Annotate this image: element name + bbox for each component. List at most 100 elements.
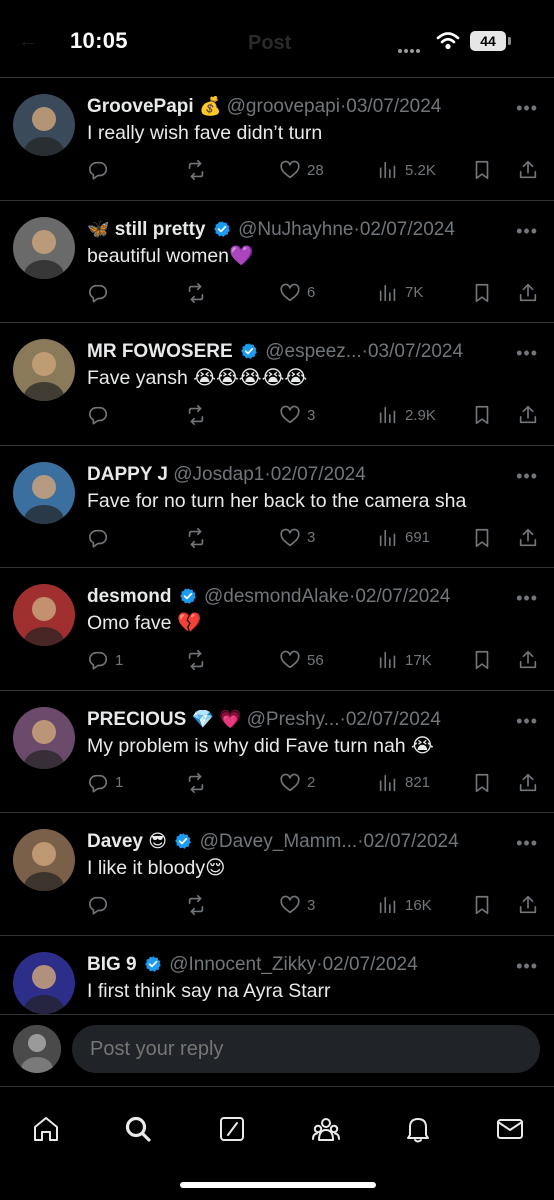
bookmark-button[interactable] [471, 403, 493, 427]
more-options-icon[interactable]: ••• [516, 466, 538, 487]
author-name[interactable]: still pretty [115, 219, 206, 240]
author-name[interactable]: Davey [87, 831, 143, 852]
avatar[interactable] [13, 951, 75, 1014]
like-button[interactable]: 2 [279, 771, 315, 795]
author-handle[interactable]: @Davey_Mamm... [200, 831, 358, 852]
repost-button[interactable] [185, 281, 207, 305]
repost-button[interactable] [185, 771, 207, 795]
share-button[interactable] [517, 771, 539, 795]
tweet-row[interactable]: 🦋 still pretty @NuJhayhne·02/07/2024 ••• b… [0, 201, 554, 323]
author-handle[interactable]: @Josdap1 [173, 464, 264, 485]
tab-grok[interactable] [210, 1109, 254, 1149]
author-name[interactable]: desmond [87, 586, 171, 607]
more-options-icon[interactable]: ••• [516, 343, 538, 364]
share-button[interactable] [517, 648, 539, 672]
views-button[interactable]: 691 [377, 526, 430, 550]
avatar[interactable] [13, 706, 75, 769]
share-button[interactable] [517, 526, 539, 550]
reply-button[interactable] [87, 403, 115, 427]
more-options-icon[interactable]: ••• [516, 833, 538, 854]
reply-button[interactable] [87, 281, 115, 305]
avatar[interactable] [13, 461, 75, 524]
post-date[interactable]: 02/07/2024 [360, 219, 455, 240]
tweet-row[interactable]: DAPPY J @Josdap1·02/07/2024 ••• Fave for n… [0, 446, 554, 568]
author-handle[interactable]: @Innocent_Zikky [169, 954, 316, 975]
avatar[interactable] [13, 339, 75, 401]
like-button[interactable]: 6 [279, 281, 315, 305]
avatar[interactable] [13, 94, 75, 156]
author-name[interactable]: GroovePapi [87, 96, 194, 117]
tweet-row[interactable]: MR FOWOSERE @espeez...·03/07/2024 ••• Fave… [0, 323, 554, 446]
avatar[interactable] [13, 1025, 61, 1073]
bookmark-button[interactable] [471, 526, 493, 550]
author-name[interactable]: MR FOWOSERE [87, 341, 233, 362]
more-options-icon[interactable]: ••• [516, 711, 538, 732]
avatar[interactable] [13, 216, 75, 279]
reply-button[interactable] [87, 893, 115, 917]
tweet-row[interactable]: Davey 😎 @Davey_Mamm...·02/07/2024 ••• I li… [0, 813, 554, 936]
tweet-row[interactable]: GroovePapi 💰 @groovepapi·03/07/2024 ••• I … [0, 78, 554, 201]
author-name[interactable]: PRECIOUS [87, 709, 186, 730]
more-options-icon[interactable]: ••• [516, 221, 538, 242]
like-button[interactable]: 3 [279, 403, 315, 427]
post-date[interactable]: 02/07/2024 [364, 831, 459, 852]
post-date[interactable]: 02/07/2024 [346, 709, 441, 730]
post-date[interactable]: 03/07/2024 [368, 341, 463, 362]
back-arrow-icon[interactable]: ← [18, 30, 38, 53]
repost-button[interactable] [185, 893, 207, 917]
repost-button[interactable] [185, 158, 207, 182]
tab-search[interactable] [116, 1109, 160, 1149]
repost-button[interactable] [185, 526, 207, 550]
post-date[interactable]: 02/07/2024 [271, 464, 366, 485]
author-handle[interactable]: @groovepapi [227, 96, 340, 117]
views-button[interactable]: 7K [377, 281, 423, 305]
reply-button[interactable]: 1 [87, 648, 123, 672]
views-button[interactable]: 5.2K [377, 158, 436, 182]
avatar[interactable] [13, 584, 75, 646]
post-date[interactable]: 02/07/2024 [355, 586, 450, 607]
more-options-icon[interactable]: ••• [516, 588, 538, 609]
share-button[interactable] [517, 158, 539, 182]
reply-button[interactable] [87, 526, 115, 550]
share-button[interactable] [517, 281, 539, 305]
tweet-row[interactable]: desmond @desmondAlake·02/07/2024 ••• Omo f… [0, 568, 554, 691]
like-button[interactable]: 3 [279, 893, 315, 917]
tweet-row[interactable]: PRECIOUS 💎 💗 @Preshy...·02/07/2024 ••• My … [0, 691, 554, 813]
views-button[interactable]: 16K [377, 893, 432, 917]
like-button[interactable]: 28 [279, 158, 324, 182]
more-options-icon[interactable]: ••• [516, 98, 538, 119]
bookmark-button[interactable] [471, 648, 493, 672]
bookmark-button[interactable] [471, 158, 493, 182]
views-button[interactable]: 17K [377, 648, 432, 672]
views-button[interactable]: 2.9K [377, 403, 436, 427]
views-icon [379, 406, 396, 424]
bookmark-button[interactable] [471, 281, 493, 305]
bookmark-button[interactable] [471, 893, 493, 917]
reply-input[interactable] [72, 1025, 540, 1073]
like-button[interactable]: 56 [279, 648, 324, 672]
author-handle[interactable]: @Preshy... [247, 709, 340, 730]
share-button[interactable] [517, 403, 539, 427]
like-button[interactable]: 3 [279, 526, 315, 550]
author-handle[interactable]: @desmondAlake [204, 586, 349, 607]
author-name[interactable]: DAPPY J [87, 464, 168, 485]
repost-button[interactable] [185, 648, 207, 672]
tab-communities[interactable] [304, 1109, 348, 1149]
tab-notifications[interactable] [396, 1109, 440, 1149]
post-date[interactable]: 03/07/2024 [346, 96, 441, 117]
like-count: 56 [307, 651, 324, 669]
author-handle[interactable]: @NuJhayhne [238, 219, 353, 240]
bookmark-button[interactable] [471, 771, 493, 795]
tab-messages[interactable] [488, 1109, 532, 1149]
reply-button[interactable] [87, 158, 115, 182]
reply-button[interactable]: 1 [87, 771, 123, 795]
share-button[interactable] [517, 893, 539, 917]
author-name[interactable]: BIG 9 [87, 954, 137, 975]
more-options-icon[interactable]: ••• [516, 956, 538, 977]
tab-home[interactable] [24, 1109, 68, 1149]
author-handle[interactable]: @espeez... [265, 341, 361, 362]
repost-button[interactable] [185, 403, 207, 427]
avatar[interactable] [13, 829, 75, 891]
post-date[interactable]: 02/07/2024 [323, 954, 418, 975]
views-button[interactable]: 821 [377, 771, 430, 795]
